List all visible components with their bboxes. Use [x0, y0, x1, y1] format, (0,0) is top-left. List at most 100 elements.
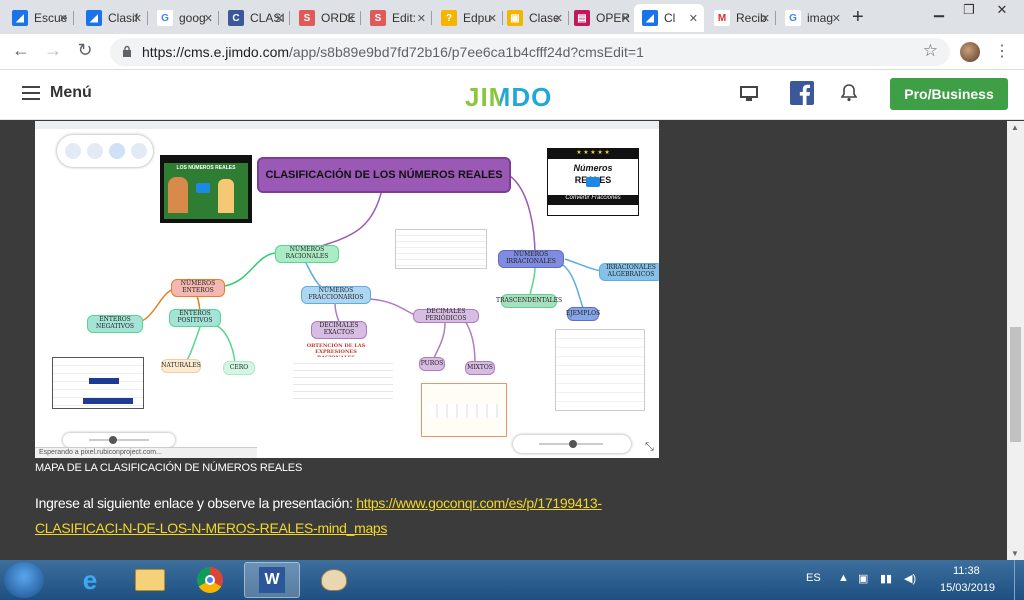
close-tab-icon[interactable]: ✕ — [275, 12, 284, 25]
jimdo-icon: ◢ — [642, 10, 658, 26]
browser-tab[interactable]: Ggoog ✕ — [149, 4, 219, 32]
close-tab-icon[interactable]: ✕ — [59, 12, 68, 25]
show-hidden-icons-icon[interactable]: ▲ — [838, 572, 849, 584]
fullscreen-icon[interactable]: ⤡ — [645, 441, 654, 454]
close-tab-icon[interactable]: ✕ — [488, 12, 497, 25]
browser-tab[interactable]: ? Edpu ✕ — [433, 4, 503, 32]
back-icon[interactable]: ← — [10, 40, 32, 61]
address-bar[interactable]: https://cms.e.jimdo.com/app/s8b89e9bd7fd… — [110, 38, 950, 66]
close-tab-icon[interactable]: ✕ — [133, 12, 142, 25]
google-icon: G — [157, 10, 173, 26]
gmail-icon: M — [714, 10, 730, 26]
browser-tab[interactable]: C CLASI ✕ — [220, 4, 290, 32]
video-thumbnail-convertir-fracciones[interactable]: ★ ★ ★ ★ ★ Números REALES Convertir Fracc… — [547, 148, 639, 216]
lock-icon — [123, 45, 131, 57]
language-indicator[interactable]: ES — [806, 572, 821, 584]
node-enteros-positivos[interactable]: ENTEROS POSITIVOS — [169, 309, 221, 327]
browser-tab[interactable]: M Recib ✕ — [706, 4, 776, 32]
jimdo-logo: JIMDO — [465, 82, 553, 112]
node-enteros-negativos[interactable]: ENTEROS NEGATIVOS — [87, 315, 143, 333]
zoom-slider[interactable] — [63, 433, 175, 447]
play-icon — [586, 177, 600, 187]
restore-icon[interactable]: ❐ — [954, 0, 984, 22]
close-tab-icon[interactable]: ✕ — [761, 12, 770, 25]
close-tab-icon[interactable]: ✕ — [417, 12, 426, 25]
periodic-example-image — [421, 383, 507, 437]
node-cero[interactable]: CERO — [223, 361, 255, 375]
node-trascendentales[interactable]: TRASCENDENTALES — [496, 294, 562, 308]
node-naturales[interactable]: NATURALES — [161, 359, 201, 373]
irrational-examples-image — [555, 329, 645, 411]
word-icon[interactable]: W — [244, 562, 300, 598]
scrollbar-thumb[interactable] — [1010, 327, 1021, 442]
close-tab-icon[interactable]: ✕ — [621, 12, 630, 25]
browser-tab[interactable]: Gimag ✕ — [777, 4, 847, 32]
clock-time[interactable]: 11:38 — [953, 565, 980, 577]
mindmap-title-node[interactable]: CLASIFICACIÓN DE LOS NÚMEROS REALES — [257, 157, 511, 193]
browser-toolbar: ← → ↻ https://cms.e.jimdo.com/app/s8b89e… — [0, 34, 1024, 70]
browser-tab[interactable]: ▣ Clase ✕ — [499, 4, 569, 32]
file-explorer-icon[interactable] — [122, 562, 178, 598]
browser-tab[interactable]: ▤ OPER ✕ — [566, 4, 636, 32]
speed-slider[interactable] — [513, 435, 631, 453]
url-text: https://cms.e.jimdo.com/app/s8b89e9bd7fd… — [142, 44, 644, 60]
browser-menu-icon[interactable]: ⋮ — [994, 41, 1010, 61]
profile-avatar[interactable] — [960, 42, 980, 62]
close-window-icon[interactable]: ✕ — [984, 0, 1020, 22]
node-decimales-exactos[interactable]: DECIMALES EXACTOS — [311, 321, 367, 339]
video-thumbnail-numeros-reales[interactable]: LOS NÚMEROS REALES — [160, 155, 252, 223]
jimdo-header: Menú JIMDO Pro/Business — [0, 70, 1024, 120]
close-tab-icon[interactable]: ✕ — [554, 12, 563, 25]
node-numeros-racionales[interactable]: NÚMEROS RACIONALES — [275, 245, 339, 263]
close-tab-icon[interactable]: ✕ — [689, 12, 698, 25]
browser-tab-active[interactable]: ◢ Cl ✕ — [634, 4, 704, 32]
action-center-icon[interactable]: ▣ — [858, 572, 868, 585]
browser-tab[interactable]: S ORDE ✕ — [291, 4, 361, 32]
edpuzzle-icon: ? — [441, 10, 457, 26]
play-icon — [196, 183, 210, 193]
form-icon: ▤ — [574, 10, 590, 26]
browser-tab[interactable]: S Edit: ✕ — [362, 4, 432, 32]
node-irracionales-algebraicos[interactable]: IRRACIONALES ALGEBRAICOS — [599, 263, 659, 281]
node-decimales-periodicos[interactable]: DECIMALES PERIÓDICOS — [413, 309, 479, 323]
paint-icon[interactable] — [306, 562, 362, 598]
start-button[interactable] — [4, 562, 44, 598]
bookmark-star-icon[interactable]: ☆ — [923, 41, 938, 61]
minimize-icon[interactable]: ▁ — [924, 0, 954, 22]
node-numeros-irracionales[interactable]: NÚMEROS IRRACIONALES — [498, 250, 564, 268]
browser-tab[interactable]: ◢ Escue ✕ — [4, 4, 74, 32]
facebook-icon[interactable] — [790, 81, 814, 105]
close-tab-icon[interactable]: ✕ — [832, 12, 841, 25]
show-desktop-button[interactable] — [1014, 560, 1024, 600]
loading-status: Esperando a pixel.rubiconproject.com... — [35, 447, 257, 458]
mindmap-embed[interactable]: LOS NÚMEROS REALES CLASIFICACIÓN DE LOS … — [35, 121, 659, 458]
browser-tab-strip: ◢ Escue ✕ ◢ Clasif ✕ Ggoog ✕ C CLASI ✕ S ORDE ✕ S… — [0, 0, 1024, 34]
jimdo-icon: ◢ — [12, 10, 28, 26]
menu-button[interactable]: Menú — [22, 84, 92, 102]
clock-date[interactable]: 15/03/2019 — [940, 582, 995, 594]
classroom-icon: ▣ — [507, 10, 523, 26]
obtencion-formulas-image — [293, 357, 393, 405]
volume-icon[interactable]: ◀) — [904, 572, 916, 585]
network-icon[interactable]: ▮▮ — [880, 572, 892, 585]
internet-explorer-icon[interactable]: e — [62, 562, 118, 598]
close-tab-icon[interactable]: ✕ — [204, 12, 213, 25]
new-tab-button[interactable]: + — [852, 6, 864, 29]
slides-icon: S — [299, 10, 315, 26]
node-numeros-enteros[interactable]: NÚMEROS ENTEROS — [171, 279, 225, 297]
node-mixtos[interactable]: MIXTOS — [465, 361, 495, 375]
close-tab-icon[interactable]: ✕ — [346, 12, 355, 25]
google-icon: G — [785, 10, 801, 26]
chrome-icon[interactable] — [182, 562, 238, 598]
node-puros[interactable]: PUROS — [419, 357, 445, 371]
node-numeros-fraccionarios[interactable]: NÚMEROS FRACCIONARIOS — [301, 286, 371, 304]
node-ejemplos[interactable]: EJEMPLOS — [566, 307, 600, 321]
reload-icon[interactable]: ↻ — [74, 40, 96, 61]
forward-icon[interactable]: → — [42, 40, 64, 61]
pro-business-button[interactable]: Pro/Business — [890, 78, 1008, 110]
instruction-paragraph: Ingrese al siguiente enlace y observe la… — [35, 495, 602, 536]
desktop-preview-icon[interactable] — [740, 86, 758, 102]
page-scrollbar[interactable]: ▲ ▼ — [1007, 121, 1024, 560]
notification-bell-icon[interactable] — [841, 84, 857, 102]
browser-tab[interactable]: ◢ Clasif ✕ — [78, 4, 148, 32]
